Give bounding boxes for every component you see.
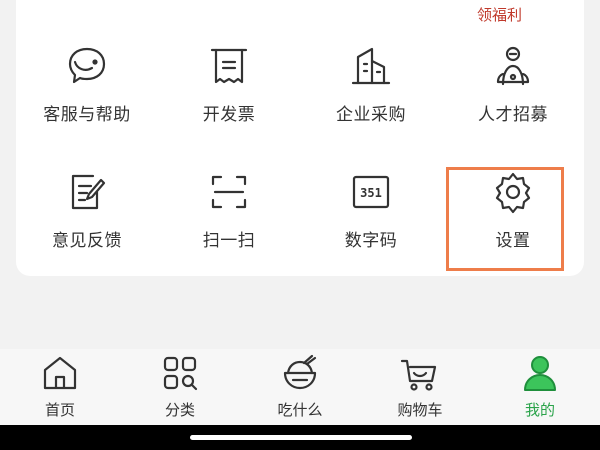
enterprise-building-icon: [349, 44, 393, 88]
profile-icon: [520, 353, 560, 393]
digit-code-label: 数字码: [344, 231, 398, 251]
tab-category[interactable]: 分类: [120, 349, 240, 425]
tab-home[interactable]: 首页: [0, 349, 120, 425]
bottom-tab-bar: 首页 分类 吃什么 购物车 我的: [0, 349, 600, 425]
enterprise-purchase-label: 企业采购: [336, 105, 406, 125]
cart-icon: [400, 353, 440, 393]
rice-bowl-icon: [280, 353, 320, 393]
home-indicator[interactable]: [190, 435, 412, 440]
customer-service-label: 客服与帮助: [43, 105, 131, 125]
tab-cart-label: 购物车: [397, 401, 443, 419]
home-icon: [40, 353, 80, 393]
digit-code-button[interactable]: 351 数字码: [300, 170, 442, 280]
category-icon: [160, 353, 200, 393]
customer-service-icon: [65, 44, 109, 88]
scan-icon: [207, 170, 251, 214]
scan-label: 扫一扫: [202, 231, 256, 251]
digit-code-text: 351: [360, 186, 382, 200]
feedback-label: 意见反馈: [52, 231, 122, 251]
recruit-person-icon: [491, 44, 535, 88]
welfare-link[interactable]: 领福利: [477, 4, 522, 25]
scan-button[interactable]: 扫一扫: [158, 170, 300, 280]
tab-profile-label: 我的: [524, 401, 555, 419]
invoice-icon: [207, 44, 251, 88]
feedback-icon: [65, 170, 109, 214]
enterprise-purchase-button[interactable]: 企业采购: [300, 44, 442, 154]
settings-highlight-box: [446, 167, 564, 271]
feedback-button[interactable]: 意见反馈: [16, 170, 158, 280]
digit-code-icon: 351: [349, 170, 393, 214]
tab-cart[interactable]: 购物车: [360, 349, 480, 425]
tab-home-label: 首页: [44, 401, 75, 419]
tab-what-to-eat[interactable]: 吃什么: [240, 349, 360, 425]
invoice-label: 开发票: [202, 105, 256, 125]
customer-service-button[interactable]: 客服与帮助: [16, 44, 158, 154]
recruit-label: 人才招募: [478, 105, 548, 125]
invoice-button[interactable]: 开发票: [158, 44, 300, 154]
tab-profile[interactable]: 我的: [480, 349, 600, 425]
tab-what-to-eat-label: 吃什么: [277, 401, 323, 419]
tab-category-label: 分类: [164, 401, 195, 419]
recruit-button[interactable]: 人才招募: [442, 44, 584, 154]
